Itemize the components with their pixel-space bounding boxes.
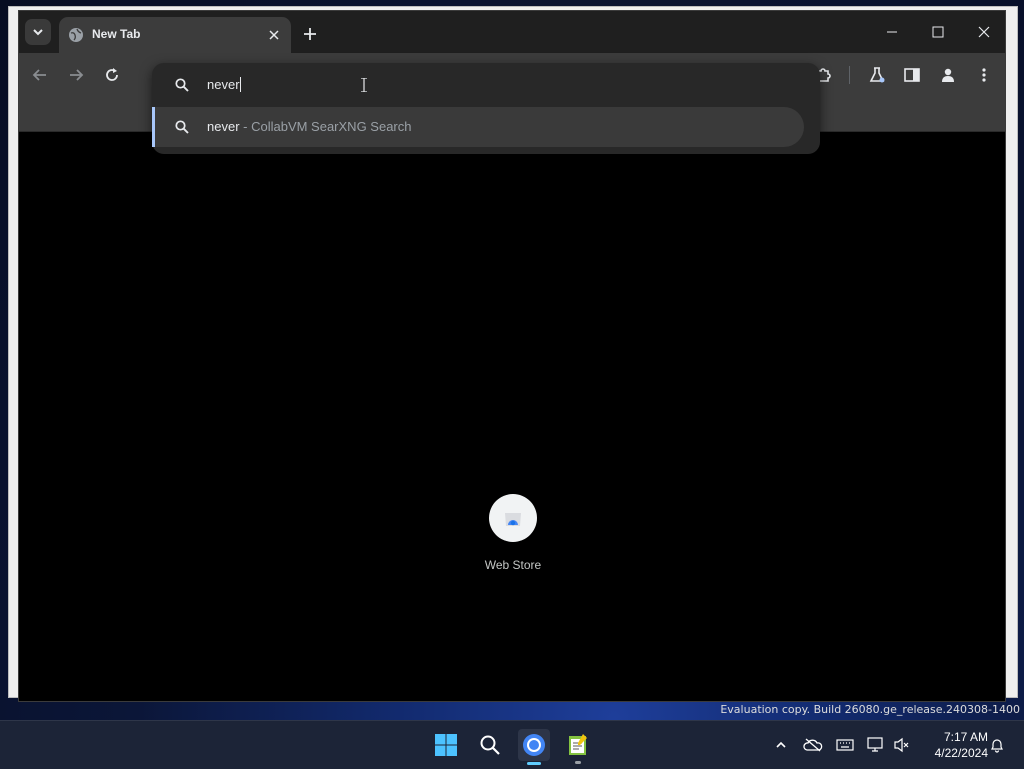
- notifications-button[interactable]: [987, 735, 1007, 755]
- chevron-down-icon: [33, 29, 43, 36]
- browser-window: New Tab Web Store never never - CollabVM…: [18, 10, 1006, 702]
- tab-new-tab[interactable]: New Tab: [59, 17, 291, 53]
- maximize-button[interactable]: [927, 21, 949, 43]
- web-store-icon: [505, 513, 521, 526]
- reload-icon: [106, 68, 118, 81]
- tab-strip: New Tab: [19, 11, 1005, 53]
- network-icon: [867, 737, 883, 752]
- toolbar-separator: [849, 66, 850, 84]
- suggestion-query: never: [207, 119, 240, 134]
- clock-time: 7:17 AM: [943, 730, 988, 744]
- address-bar[interactable]: never: [152, 63, 820, 107]
- suggestion-source: - CollabVM SearXNG Search: [239, 119, 412, 134]
- taskbar: 7:17 AM 4/22/2024: [0, 720, 1024, 769]
- new-tab-button[interactable]: [299, 23, 321, 45]
- minimize-button[interactable]: [881, 21, 903, 43]
- chevron-up-icon: [776, 741, 786, 748]
- omnibox-dropdown: never never - CollabVM SearXNG Search: [152, 63, 820, 154]
- labs-button[interactable]: [866, 64, 888, 86]
- volume-tray[interactable]: [892, 735, 912, 755]
- text-caret: [239, 77, 241, 92]
- chrome-icon: [523, 734, 545, 756]
- web-store-tile: [489, 494, 537, 542]
- clock[interactable]: 7:17 AM 4/22/2024: [918, 729, 988, 761]
- onedrive-tray[interactable]: [803, 735, 823, 755]
- arrow-right-icon: [70, 69, 84, 81]
- selection-indicator: [152, 107, 155, 147]
- bell-icon: [991, 739, 1003, 753]
- cloud-off-icon: [803, 738, 823, 752]
- address-input[interactable]: never: [207, 77, 241, 92]
- maximize-icon: [932, 26, 944, 38]
- person-icon: [942, 68, 954, 82]
- clock-date: 4/22/2024: [934, 746, 988, 760]
- keyboard-icon: [836, 739, 854, 751]
- forward-button[interactable]: [65, 64, 87, 86]
- side-panel-icon: [904, 68, 920, 82]
- taskbar-search-button[interactable]: [474, 729, 506, 761]
- start-button[interactable]: [430, 729, 462, 761]
- text-cursor-icon: [361, 78, 367, 92]
- search-icon: [175, 120, 189, 134]
- shortcut-label: Web Store: [484, 558, 542, 572]
- notepad-icon: [569, 734, 587, 755]
- network-tray[interactable]: [866, 735, 886, 755]
- search-icon: [480, 735, 500, 755]
- tab-search-button[interactable]: [25, 19, 51, 45]
- globe-icon: [69, 28, 83, 42]
- omnibox-suggestion[interactable]: never - CollabVM SearXNG Search: [152, 107, 804, 147]
- more-vert-icon: [982, 68, 986, 82]
- back-button[interactable]: [29, 64, 51, 86]
- keyboard-tray[interactable]: [835, 735, 855, 755]
- menu-button[interactable]: [973, 64, 995, 86]
- close-icon: [978, 26, 990, 38]
- plus-icon: [304, 28, 316, 40]
- arrow-left-icon: [32, 69, 46, 81]
- reload-button[interactable]: [101, 64, 123, 86]
- evaluation-watermark: Evaluation copy. Build 26080.ge_release.…: [720, 703, 1020, 716]
- shortcut-web-store[interactable]: Web Store: [471, 494, 555, 572]
- search-icon: [175, 78, 189, 92]
- tab-title: New Tab: [92, 27, 141, 41]
- tab-close-button[interactable]: [265, 26, 283, 44]
- taskbar-notepad[interactable]: [562, 729, 594, 764]
- taskbar-chrome[interactable]: [518, 729, 550, 765]
- side-panel-button[interactable]: [901, 64, 923, 86]
- show-hidden-icons-button[interactable]: [771, 735, 791, 755]
- active-indicator: [527, 762, 541, 765]
- running-indicator: [575, 761, 581, 764]
- close-window-button[interactable]: [973, 21, 995, 43]
- profile-button[interactable]: [937, 64, 959, 86]
- close-icon: [269, 30, 279, 40]
- start-icon: [435, 734, 457, 756]
- new-tab-page: Web Store: [19, 132, 1005, 701]
- speaker-muted-icon: [894, 737, 909, 753]
- flask-icon: [869, 67, 885, 83]
- minimize-icon: [887, 31, 897, 33]
- suggestion-text: never - CollabVM SearXNG Search: [207, 119, 411, 134]
